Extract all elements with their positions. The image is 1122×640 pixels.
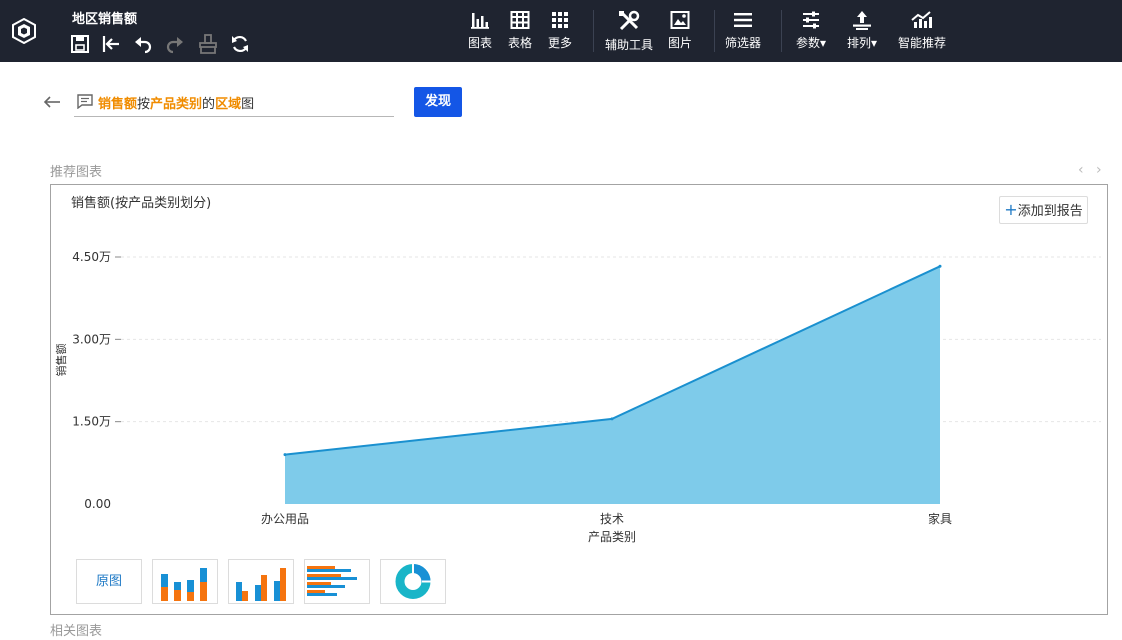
smart-recommend-label: 智能推荐 — [897, 36, 946, 50]
chart-button-label: 图表 — [467, 36, 492, 50]
params-button-label: 参数▾ — [795, 36, 827, 50]
filter-lines-icon — [734, 13, 752, 27]
recommended-chart-card[interactable]: 0.00 1.50万 3.00万 4.50万办公用品 技术 家具产品类别 销售额 销售额(按… — [50, 184, 1108, 615]
sort-button[interactable]: 排列▾ — [842, 10, 882, 51]
undo-icon[interactable] — [133, 34, 153, 54]
top-toolbar: 地区销售额 图表 表格 更多 辅助工具 图片 筛选器 参数▾ 排列▾ 智能推荐 — [0, 0, 1122, 62]
query-part: 按 — [137, 97, 151, 112]
comment-icon — [77, 94, 93, 109]
redo-icon[interactable] — [165, 34, 185, 54]
image-button-label: 图片 — [667, 36, 692, 50]
report-title[interactable]: 地区销售额 — [72, 8, 137, 27]
x-axis-label: 产品类别 — [588, 530, 636, 544]
thumb-grouped-bar[interactable] — [228, 559, 294, 604]
x-tick-label: 家具 — [928, 511, 952, 526]
horizontal-bar-icon — [307, 566, 357, 596]
table-icon — [510, 11, 530, 29]
brush-icon[interactable] — [198, 34, 218, 54]
y-tick-label: 4.50万 — [72, 250, 111, 264]
bar-chart-icon — [471, 13, 489, 29]
y-tick-label: 3.00万 — [72, 332, 111, 346]
data-point[interactable] — [938, 264, 942, 268]
tools-icon — [619, 10, 640, 31]
thumb-stacked-bar[interactable] — [152, 559, 218, 604]
app-logo-icon[interactable] — [12, 18, 36, 44]
x-tick-label: 技术 — [600, 512, 624, 526]
discover-button[interactable]: 发现 — [414, 87, 462, 117]
query-part: 图 — [241, 97, 255, 112]
recommended-charts-heading: 推荐图表 — [50, 165, 103, 180]
area-series-fill — [285, 266, 940, 504]
filter-button[interactable]: 筛选器 — [721, 10, 765, 51]
query-input[interactable]: 销售额按产品类别的区域图 — [74, 88, 394, 117]
thumb-donut[interactable] — [380, 559, 446, 604]
grouped-bar-icon — [236, 568, 286, 601]
query-part: 销售额 — [98, 97, 138, 112]
donut-icon — [395, 563, 432, 599]
thumb-original[interactable]: 原图 — [76, 559, 142, 604]
chart-title: 销售额(按产品类别划分) — [71, 196, 212, 211]
related-charts-heading: 相关图表 — [50, 624, 103, 639]
y-axis-label: 销售额 — [54, 344, 68, 377]
thumb-original-label: 原图 — [95, 574, 122, 589]
y-tick-label: 0.00 — [84, 497, 111, 511]
query-text: 销售额按产品类别的区域图 — [98, 93, 254, 112]
smart-recommend-button[interactable]: 智能推荐 — [896, 10, 948, 51]
query-part: 区域 — [215, 97, 242, 112]
sliders-icon — [803, 11, 819, 29]
assist-tools-button[interactable]: 辅助工具 — [604, 10, 654, 53]
data-point[interactable] — [610, 417, 614, 421]
area-chart: 0.00 1.50万 3.00万 4.50万办公用品 技术 家具产品类别 销售额 — [54, 250, 1101, 544]
filter-button-label: 筛选器 — [724, 36, 761, 50]
image-button[interactable]: 图片 — [658, 10, 702, 51]
carousel-next-icon[interactable]: › — [1096, 162, 1102, 178]
chart-button[interactable]: 图表 — [458, 10, 502, 51]
back-arrow-icon[interactable] — [42, 94, 62, 110]
exit-icon[interactable] — [101, 34, 121, 54]
thumb-horizontal-bar[interactable] — [304, 559, 370, 604]
toolbar-divider — [781, 10, 782, 52]
stacked-bar-icon — [161, 568, 207, 601]
carousel-prev-icon[interactable]: ‹ — [1078, 162, 1084, 178]
query-part: 产品类别 — [150, 97, 203, 112]
more-button-label: 更多 — [547, 36, 572, 50]
more-button[interactable]: 更多 — [538, 10, 582, 51]
query-part: 的 — [202, 97, 216, 112]
toolbar-divider — [714, 10, 715, 52]
toolbar-divider — [593, 10, 594, 52]
data-point[interactable] — [283, 453, 287, 457]
refresh-icon[interactable] — [230, 34, 250, 54]
assist-tools-label: 辅助工具 — [604, 38, 653, 52]
table-button[interactable]: 表格 — [498, 10, 542, 51]
sort-icon — [853, 11, 871, 30]
plus-icon: + — [1004, 200, 1018, 219]
params-button[interactable]: 参数▾ — [791, 10, 831, 51]
grid-dots-icon — [552, 12, 568, 28]
sort-button-label: 排列▾ — [846, 36, 878, 50]
table-button-label: 表格 — [507, 36, 532, 50]
save-icon[interactable] — [70, 34, 90, 54]
x-tick-label: 办公用品 — [261, 511, 309, 526]
y-tick-label: 1.50万 — [72, 415, 111, 429]
add-to-report-button[interactable]: +添加到报告 — [999, 196, 1088, 224]
image-icon — [670, 11, 690, 29]
trend-chart-icon — [911, 11, 932, 28]
